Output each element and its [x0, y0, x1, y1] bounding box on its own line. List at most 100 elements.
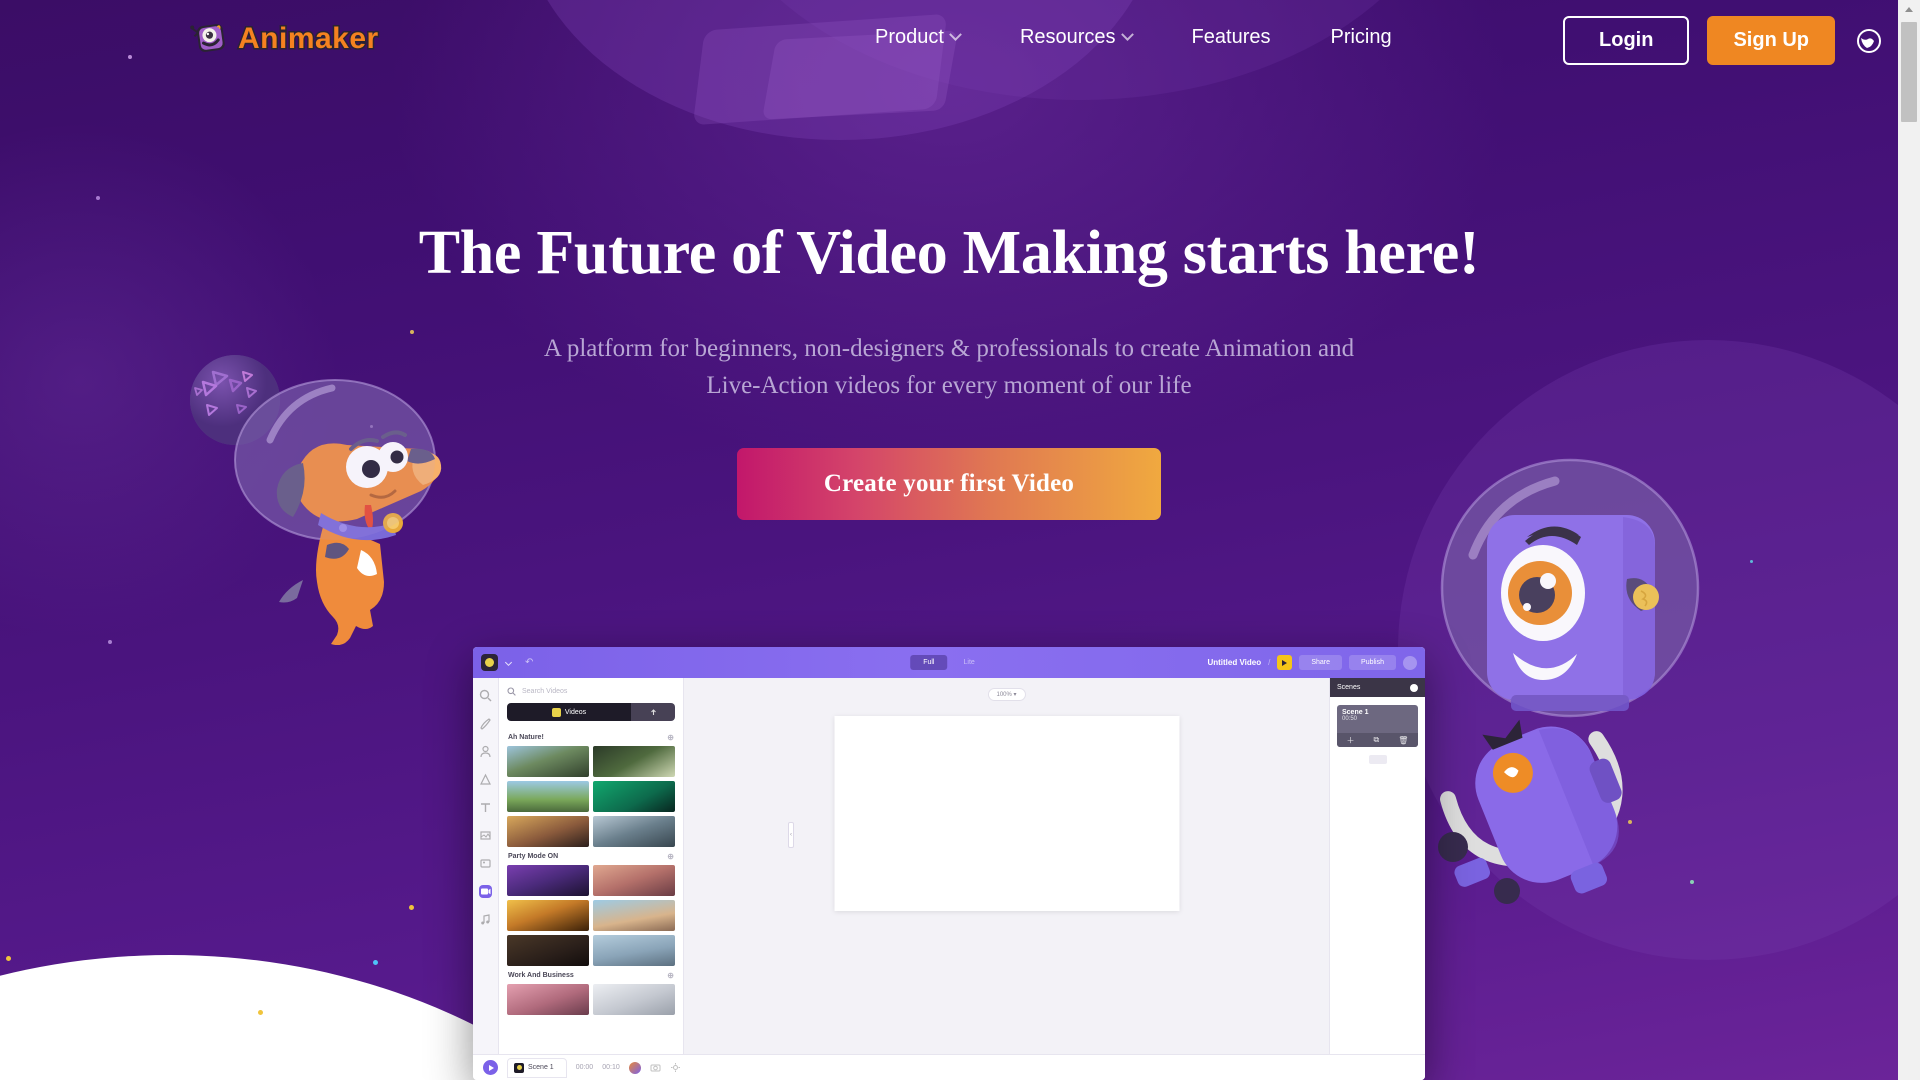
media-thumbnail[interactable]	[507, 935, 589, 966]
library-type-toggle: Videos	[507, 703, 675, 721]
brand-name: Animaker	[237, 21, 380, 57]
nav-item-features[interactable]: Features	[1162, 26, 1301, 49]
zoom-level-control[interactable]: 100% ▾	[987, 688, 1026, 701]
scenes-options-icon[interactable]	[1410, 683, 1418, 692]
undo-arrow-icon[interactable]: ↶	[525, 657, 533, 668]
library-category-header: Ah Nature! ⊕	[507, 728, 675, 746]
brand-logo[interactable]: Animaker	[190, 18, 380, 60]
prop-icon[interactable]	[479, 773, 492, 786]
thumbnail-grid	[507, 746, 675, 847]
animaker-app-logo-icon[interactable]	[481, 654, 498, 671]
upload-icon[interactable]	[631, 703, 675, 721]
media-thumbnail[interactable]	[593, 984, 675, 1015]
nav-item-pricing[interactable]: Pricing	[1300, 26, 1421, 49]
globe-icon[interactable]	[1855, 27, 1883, 55]
page-root: Animaker Product Resources Features Pric…	[0, 0, 1898, 1080]
media-thumbnail[interactable]	[507, 816, 589, 847]
media-thumbnail[interactable]	[593, 865, 675, 896]
site-header: Animaker Product Resources Features Pric…	[0, 0, 1898, 76]
star-dot	[370, 425, 373, 428]
media-thumbnail[interactable]	[593, 900, 675, 931]
share-button[interactable]: Share	[1299, 655, 1343, 670]
category-name: Ah Nature!	[508, 734, 544, 741]
browser-scrollbar[interactable]	[1898, 0, 1920, 1080]
robot-astronaut-illustration	[1415, 455, 1725, 905]
text-icon[interactable]	[479, 801, 492, 814]
chevron-down-icon[interactable]	[504, 658, 513, 667]
panel-collapse-handle[interactable]: ‹	[788, 822, 794, 848]
brush-icon[interactable]	[479, 717, 492, 730]
app-tool-rail	[473, 678, 499, 1080]
scrollbar-thumb[interactable]	[1901, 22, 1917, 122]
signup-button[interactable]: Sign Up	[1707, 16, 1835, 65]
media-library-panel: Search Videos Videos Ah Nature! ⊕ Party …	[499, 678, 684, 1080]
expand-icon[interactable]: ⊕	[667, 971, 674, 980]
app-body: Search Videos Videos Ah Nature! ⊕ Party …	[473, 678, 1425, 1080]
star-dot	[1690, 880, 1694, 884]
video-icon[interactable]	[479, 885, 492, 898]
search-icon	[507, 687, 516, 696]
music-icon[interactable]	[479, 913, 492, 926]
zoom-level-value: 100%	[996, 692, 1012, 698]
scene-card-info: Scene 1 00:50	[1337, 705, 1418, 733]
scene-thumb-icon	[514, 1062, 524, 1073]
project-title[interactable]: Untitled Video	[1207, 658, 1261, 667]
add-scene-placeholder[interactable]	[1368, 755, 1387, 764]
plus-icon[interactable]: ＋	[1347, 735, 1355, 746]
publish-button[interactable]: Publish	[1349, 655, 1396, 670]
background-icon[interactable]	[479, 829, 492, 842]
media-thumbnail[interactable]	[507, 746, 589, 777]
media-thumbnail[interactable]	[593, 781, 675, 812]
image-icon[interactable]	[479, 857, 492, 870]
character-avatar-icon[interactable]	[628, 1061, 641, 1074]
media-thumbnail[interactable]	[593, 935, 675, 966]
media-thumbnail[interactable]	[593, 746, 675, 777]
nav-item-resources[interactable]: Resources	[990, 26, 1162, 49]
app-toolbar-actions: Untitled Video / Share Publish	[1207, 655, 1417, 670]
star-dot	[409, 905, 414, 910]
media-thumbnail[interactable]	[593, 816, 675, 847]
video-canvas[interactable]	[834, 716, 1179, 911]
user-avatar-icon[interactable]	[1403, 655, 1417, 670]
media-thumbnail[interactable]	[507, 984, 589, 1015]
app-mode-tabs: Full Lite	[910, 655, 988, 670]
page-title: The Future of Video Making starts here!	[418, 219, 1480, 287]
timeline-total-time: 00:10	[602, 1064, 620, 1071]
nav-item-product[interactable]: Product	[845, 26, 990, 49]
tab-lite[interactable]: Lite	[950, 655, 987, 670]
star-dot	[108, 640, 112, 644]
media-thumbnail[interactable]	[507, 781, 589, 812]
character-icon[interactable]	[479, 745, 492, 758]
media-thumbnail[interactable]	[507, 900, 589, 931]
scrollbar-up-arrow[interactable]	[1898, 0, 1920, 18]
play-icon[interactable]	[1277, 655, 1293, 670]
nav-label: Product	[875, 26, 944, 48]
library-search[interactable]: Search Videos	[507, 684, 675, 703]
timeline-scene-tab[interactable]: Scene 1	[507, 1057, 567, 1078]
camera-icon[interactable]	[650, 1062, 661, 1073]
scene-card[interactable]: Scene 1 00:50 ＋ ⧉ 🗑	[1337, 705, 1418, 747]
hero-subtitle: A platform for beginners, non-designers …	[543, 335, 1355, 399]
star-dot	[258, 1010, 263, 1015]
search-input[interactable]: Search Videos	[522, 688, 567, 695]
settings-icon[interactable]	[670, 1062, 681, 1073]
expand-icon[interactable]: ⊕	[667, 852, 674, 861]
library-category-header: Work And Business ⊕	[507, 966, 675, 984]
trash-icon[interactable]: 🗑	[1398, 736, 1408, 745]
star-dot	[96, 196, 100, 200]
timeline-current-time: 00:00	[575, 1064, 594, 1071]
editor-canvas-area[interactable]: 100% ▾ ‹	[684, 678, 1329, 1080]
copy-icon[interactable]: ⧉	[1374, 735, 1380, 745]
tab-full[interactable]: Full	[910, 655, 948, 670]
tab-videos-label: Videos	[564, 708, 587, 716]
expand-icon[interactable]: ⊕	[667, 733, 674, 742]
star-dot	[1600, 700, 1603, 703]
scene-name: Scene 1	[1342, 709, 1369, 716]
login-button[interactable]: Login	[1563, 16, 1690, 65]
timeline-play-icon[interactable]	[483, 1060, 498, 1075]
media-thumbnail[interactable]	[507, 865, 589, 896]
search-icon[interactable]	[479, 689, 492, 702]
chevron-down-icon	[949, 28, 962, 42]
create-first-video-button[interactable]: Create your first Video	[737, 448, 1161, 520]
tab-videos[interactable]: Videos	[507, 703, 631, 721]
